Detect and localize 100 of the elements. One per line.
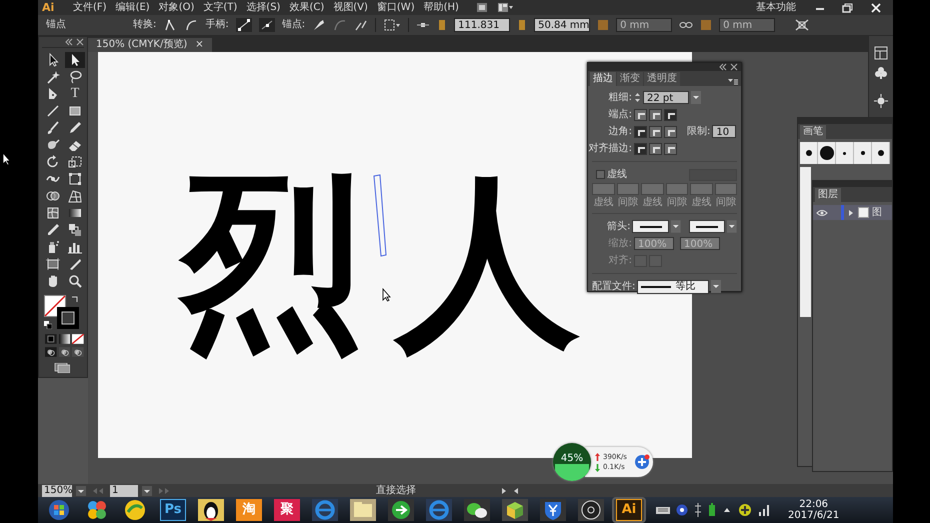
cap-button[interactable]	[634, 108, 647, 120]
zoom-field[interactable]: 150%	[42, 484, 72, 496]
arrange-documents-icon[interactable]	[496, 2, 513, 13]
menu-item[interactable]: 编辑(E)	[116, 2, 150, 14]
eye-icon[interactable]	[816, 208, 828, 218]
convert-to-corner-icon[interactable]	[163, 18, 178, 32]
dash-input-field[interactable]	[641, 183, 664, 195]
direct-selection-icon[interactable]	[65, 52, 85, 68]
menu-item[interactable]: 视图(V)	[333, 2, 368, 14]
dash-input-field[interactable]	[690, 183, 712, 195]
dashed-line-checkbox[interactable]	[596, 170, 605, 179]
menu-item[interactable]: 对象(O)	[158, 2, 194, 14]
layout-icon[interactable]	[874, 46, 888, 60]
document-icon[interactable]	[476, 2, 488, 13]
type-tool[interactable]: T	[65, 86, 85, 102]
align-button[interactable]	[634, 142, 647, 154]
plus-badge-icon[interactable]	[634, 454, 650, 470]
cap-button[interactable]	[664, 108, 677, 120]
end-arrowhead-dropdown[interactable]	[688, 220, 726, 233]
help-circle-icon[interactable]	[676, 504, 688, 516]
start-arrowhead-dropdown[interactable]	[632, 220, 670, 233]
cut-path-icon[interactable]	[354, 18, 368, 32]
expand-triangle-icon[interactable]	[847, 208, 855, 218]
x-field[interactable]: 111.831	[454, 18, 510, 32]
panel-tab[interactable]: 图层	[815, 188, 841, 202]
screen-mode-icon[interactable]	[54, 363, 70, 373]
keyboard-icon[interactable]	[656, 505, 670, 515]
corner-button[interactable]	[649, 126, 662, 138]
cap-button[interactable]	[649, 108, 662, 120]
play-icon[interactable]	[500, 486, 508, 496]
connect-anchors-icon[interactable]	[333, 18, 348, 32]
taskbar-button[interactable]	[576, 499, 606, 521]
weight-field[interactable]: 22 pt	[643, 91, 689, 104]
dash-input-field[interactable]	[616, 183, 639, 195]
menu-item[interactable]: 效果(C)	[289, 2, 324, 14]
spinner-icon[interactable]	[634, 91, 641, 104]
document-tab[interactable]: 150% (CMYK/预览) ×	[88, 38, 212, 52]
signal-bars-icon[interactable]	[758, 504, 770, 516]
draw-behind-icon[interactable]	[58, 347, 70, 357]
gradient-mode-icon[interactable]	[58, 334, 70, 344]
corner-button[interactable]	[634, 126, 647, 138]
panel-tab[interactable]: 描边	[590, 72, 616, 86]
current-tool-status[interactable]: 直接选择	[296, 484, 496, 496]
menu-item[interactable]: 选择(S)	[246, 2, 280, 14]
taskbar-button[interactable]	[500, 499, 530, 521]
battery-icon[interactable]	[708, 503, 716, 517]
profile-dropdown[interactable]: 等比	[637, 280, 710, 294]
isolate-icon[interactable]	[383, 18, 402, 32]
dash-input-field[interactable]	[592, 183, 614, 195]
artboard-number-field[interactable]: 1	[110, 484, 138, 496]
hide-handles-icon[interactable]	[258, 18, 275, 32]
close-icon[interactable]	[730, 63, 738, 71]
taskbar-button[interactable]	[348, 499, 378, 521]
collapse-icon[interactable]	[65, 38, 73, 46]
taskbar-button[interactable]	[196, 499, 226, 521]
sun-icon[interactable]	[874, 94, 888, 108]
dash-input-field[interactable]	[714, 183, 737, 195]
plus-circle-icon[interactable]	[738, 503, 752, 517]
stroke-swatch[interactable]	[57, 307, 79, 329]
artboard-icon[interactable]	[43, 256, 63, 272]
width-field[interactable]: 0 mm	[616, 18, 672, 32]
y-field[interactable]: 50.84 mm	[534, 18, 590, 32]
default-colors-icon[interactable]	[44, 321, 52, 329]
layer-name[interactable]: 图	[872, 206, 882, 218]
menu-item[interactable]: 帮助(H)	[424, 2, 459, 14]
menu-item[interactable]: 文件(F)	[73, 2, 107, 14]
draw-normal-icon[interactable]	[45, 347, 57, 357]
height-field[interactable]: 0 mm	[719, 18, 776, 32]
clock-time[interactable]: 22:06	[799, 499, 828, 510]
panel-tab[interactable]: 透明度	[644, 72, 680, 86]
panel-tab[interactable]: 渐变	[617, 72, 643, 86]
back-icon[interactable]	[512, 486, 520, 496]
brush-swatches[interactable]	[800, 142, 890, 164]
draw-inside-icon[interactable]	[72, 347, 84, 357]
show-handles-icon[interactable]	[236, 18, 252, 32]
taskbar-button[interactable]: 聚	[272, 499, 302, 521]
tab-close-button[interactable]: ×	[195, 39, 204, 51]
none-mode-icon[interactable]	[72, 334, 84, 344]
taskbar-button[interactable]	[538, 499, 568, 521]
panel-menu-icon[interactable]	[728, 78, 738, 86]
panel-tab[interactable]: 画笔	[800, 125, 826, 139]
dash-input-field[interactable]	[666, 183, 688, 195]
workspace-switcher[interactable]: 基本功能	[756, 2, 796, 14]
close-icon[interactable]	[76, 38, 84, 46]
color-mode-icon[interactable]	[45, 334, 57, 344]
align-button[interactable]	[649, 142, 662, 154]
menu-item[interactable]: 文字(T)	[203, 2, 238, 14]
limit-field[interactable]: 10	[712, 125, 736, 138]
remove-anchor-icon[interactable]	[312, 18, 326, 32]
network-icon[interactable]	[694, 503, 702, 517]
club-icon[interactable]	[874, 66, 888, 80]
taskbar-button[interactable]: Ps	[158, 499, 188, 521]
corner-button[interactable]	[664, 126, 677, 138]
taskbar-button[interactable]	[462, 499, 492, 521]
transform-icon[interactable]	[794, 18, 810, 32]
collapse-icon[interactable]	[719, 63, 727, 71]
align-button[interactable]	[664, 142, 677, 154]
taskbar-button[interactable]	[386, 499, 416, 521]
taskbar-button[interactable]: Ai	[614, 499, 644, 521]
menu-item[interactable]: 窗口(W)	[376, 2, 415, 14]
